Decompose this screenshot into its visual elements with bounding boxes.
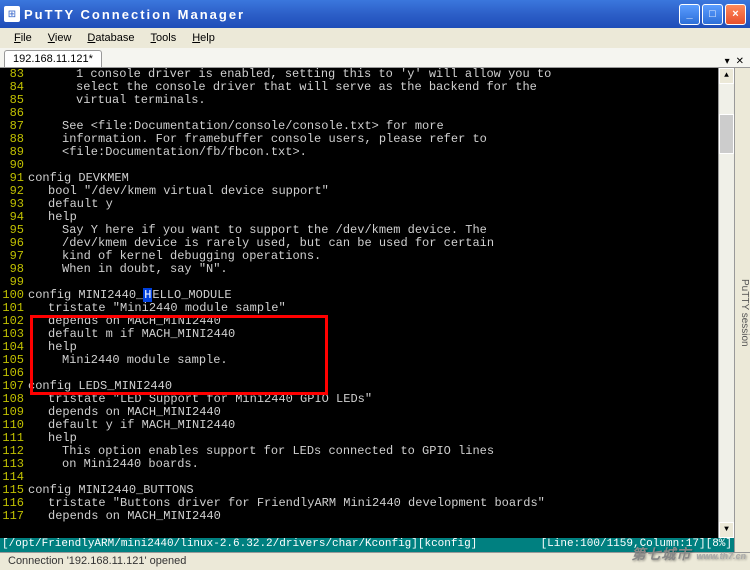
menu-database[interactable]: Database	[81, 30, 140, 46]
menu-file[interactable]: File	[8, 30, 38, 46]
tab-session[interactable]: 192.168.11.121*	[4, 50, 102, 67]
code-line: virtual terminals.	[28, 94, 718, 107]
scroll-up-icon[interactable]: ▲	[719, 68, 734, 84]
editor-status-bar: [/opt/FriendlyARM/mini2440/linux-2.6.32.…	[0, 538, 734, 552]
line-number: 117	[0, 510, 24, 523]
menu-help[interactable]: Help	[186, 30, 221, 46]
tab-dropdown-icon[interactable]: ▾	[723, 56, 732, 67]
scrollbar-vertical[interactable]: ▲ ▼	[718, 68, 734, 538]
watermark: 第七城市 www.th7.cn	[631, 544, 746, 564]
menu-tools[interactable]: Tools	[145, 30, 183, 46]
connection-status: Connection '192.168.11.121' opened	[8, 555, 186, 567]
code-line: default y if MACH_MINI2440	[28, 419, 718, 432]
app-icon: ⊞	[4, 6, 20, 22]
code-line: default y	[28, 198, 718, 211]
window-controls: _ □ ×	[679, 4, 746, 25]
scroll-down-icon[interactable]: ▼	[719, 522, 734, 538]
code-line: default m if MACH_MINI2440	[28, 328, 718, 341]
code-line: bool "/dev/kmem virtual device support"	[28, 185, 718, 198]
scroll-thumb[interactable]	[719, 114, 734, 154]
tab-label: 192.168.11.121*	[13, 53, 93, 65]
status-path: [/opt/FriendlyARM/mini2440/linux-2.6.32.…	[2, 538, 477, 552]
line-numbers: 8384858687888990919293949596979899100101…	[0, 68, 28, 538]
code-line: Mini2440 module sample.	[28, 354, 718, 367]
scroll-track[interactable]	[719, 84, 734, 522]
code-line	[28, 159, 718, 172]
maximize-button[interactable]: □	[702, 4, 723, 25]
tab-bar: 192.168.11.121* ▾ ✕	[0, 48, 750, 68]
code-area: 1 console driver is enabled, setting thi…	[28, 68, 718, 538]
menubar: File View Database Tools Help	[0, 28, 750, 48]
code-line: When in doubt, say "N".	[28, 263, 718, 276]
code-line: depends on MACH_MINI2440	[28, 510, 718, 523]
terminal[interactable]: 8384858687888990919293949596979899100101…	[0, 68, 734, 538]
side-panel-tab[interactable]: PuTTY session	[734, 68, 750, 552]
titlebar: ⊞ PuTTY Connection Manager _ □ ×	[0, 0, 750, 28]
minimize-button[interactable]: _	[679, 4, 700, 25]
close-button[interactable]: ×	[725, 4, 746, 25]
window-title: PuTTY Connection Manager	[24, 7, 679, 22]
menu-view[interactable]: View	[42, 30, 78, 46]
code-line: <file:Documentation/fb/fbcon.txt>.	[28, 146, 718, 159]
tab-close-icon[interactable]: ✕	[734, 56, 746, 67]
code-line: on Mini2440 boards.	[28, 458, 718, 471]
